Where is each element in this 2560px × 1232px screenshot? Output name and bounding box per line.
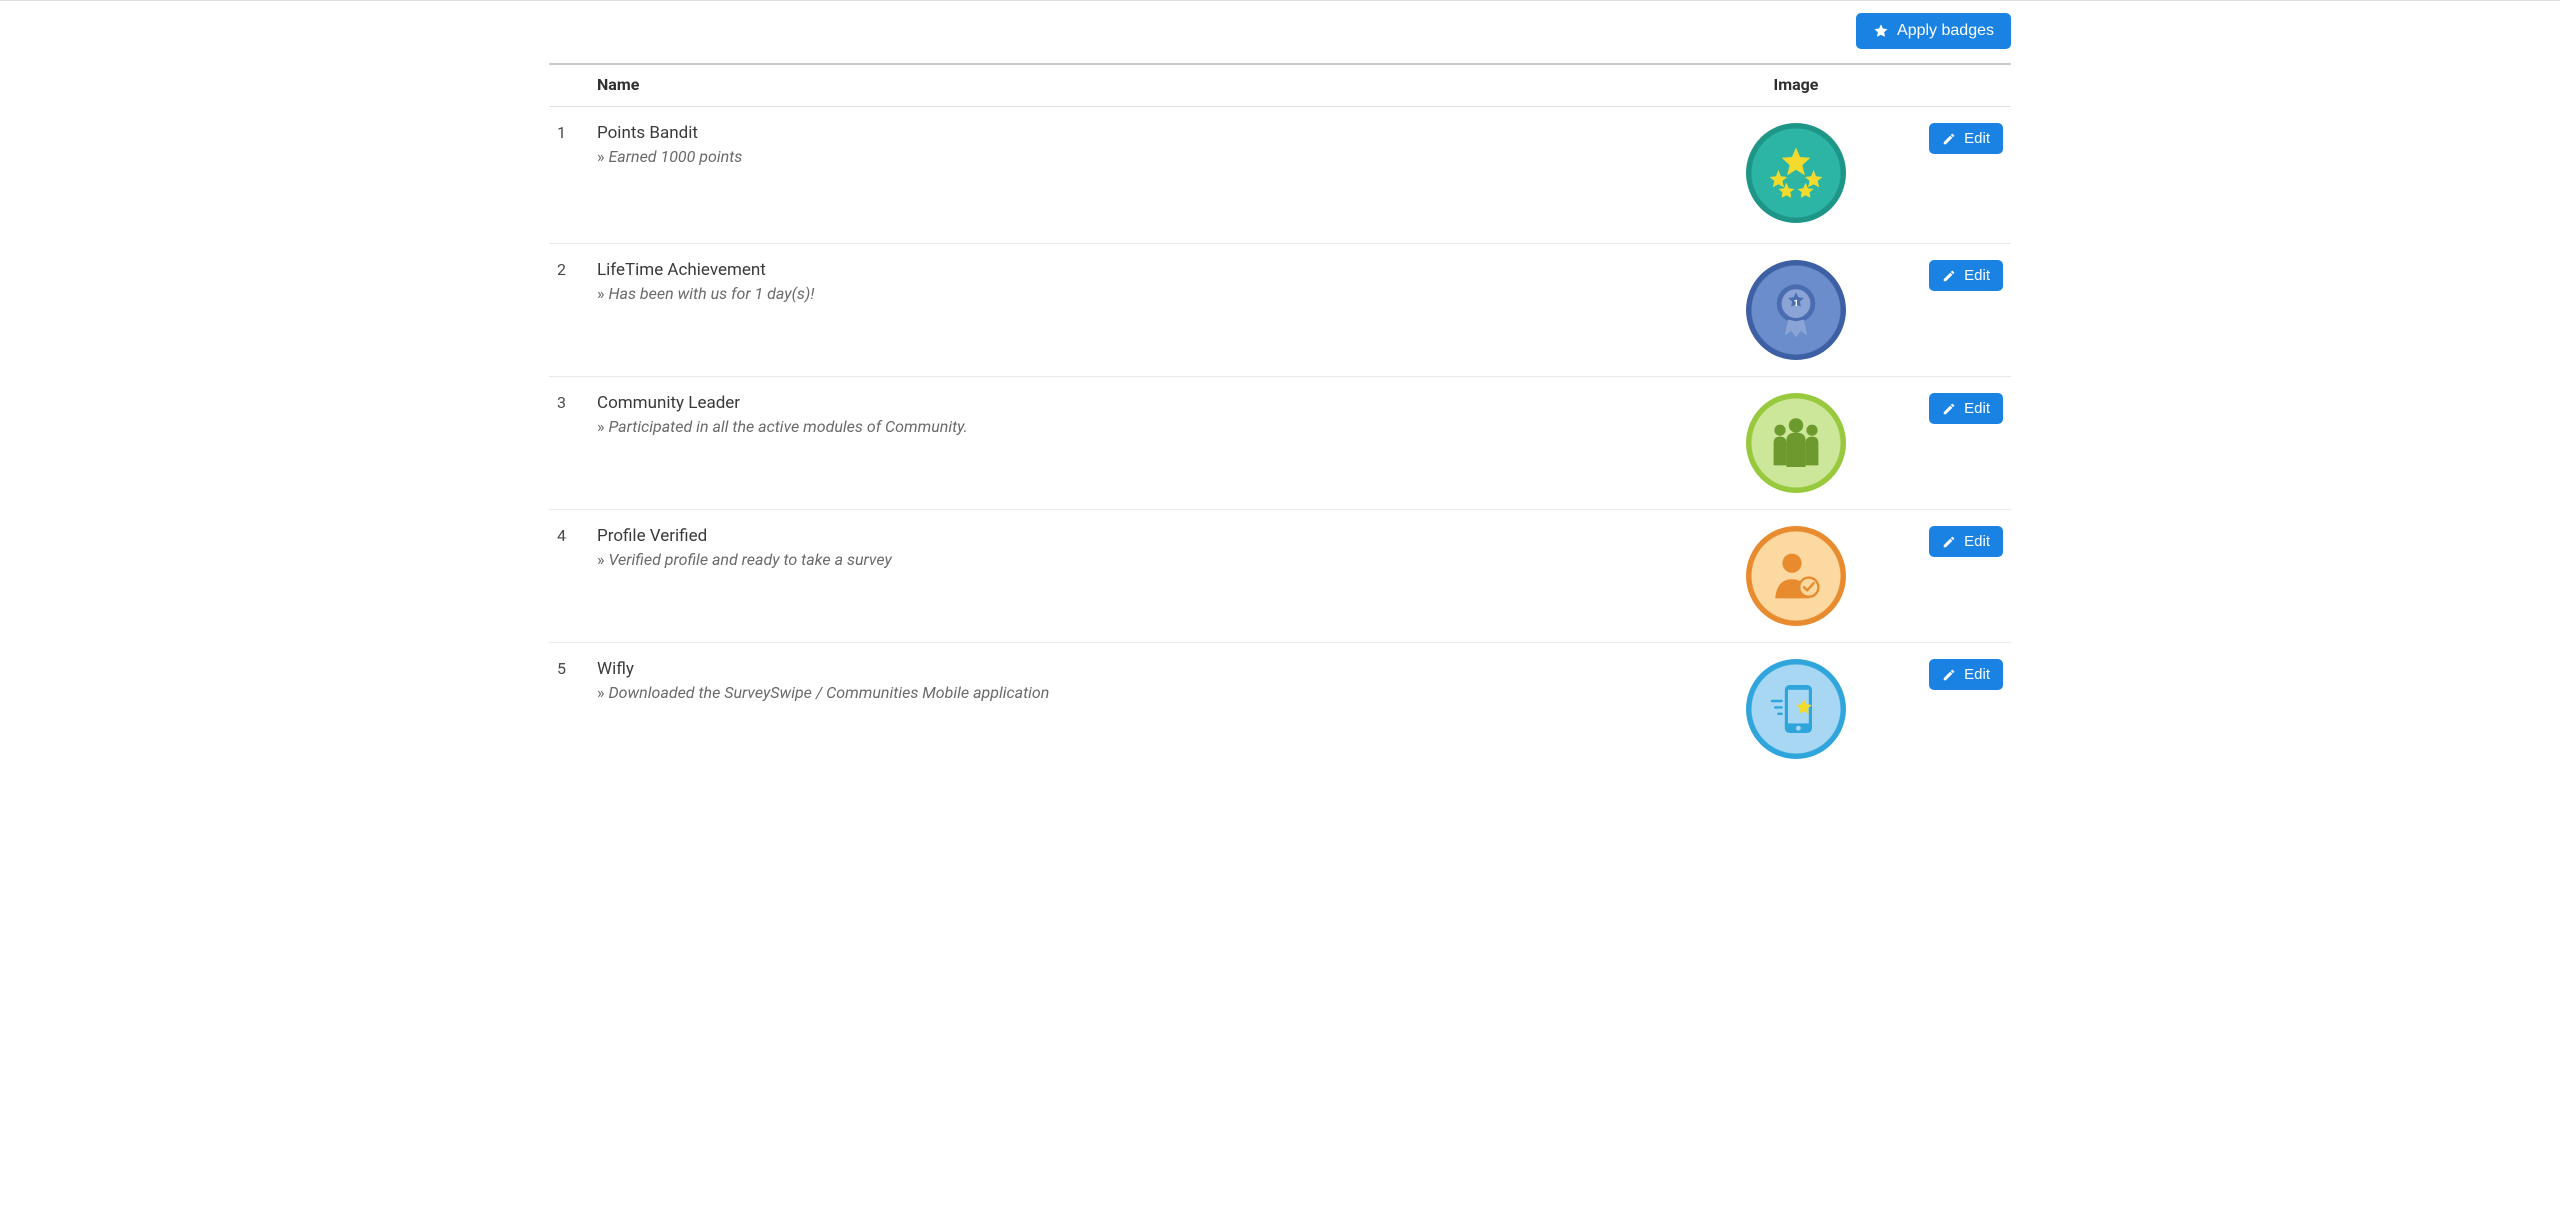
star-icon — [1873, 23, 1889, 39]
row-name-cell: LifeTime Achievement Has been with us for… — [589, 244, 1711, 377]
badges-table: Name Image 1 Points Bandit Earned 1000 poi… — [549, 63, 2011, 775]
table-row: 5 Wifly Downloaded the SurveySwipe / Commu… — [549, 643, 2011, 776]
row-image-cell — [1711, 377, 1881, 510]
svg-text:1: 1 — [1793, 299, 1798, 309]
edit-icon — [1942, 535, 1956, 549]
edit-label: Edit — [1964, 533, 1990, 550]
badge-title: Community Leader — [597, 391, 1703, 413]
badge-title: Wifly — [597, 657, 1703, 679]
row-number: 5 — [549, 643, 589, 776]
edit-button[interactable]: Edit — [1929, 260, 2003, 291]
row-image-cell — [1711, 510, 1881, 643]
row-action-cell: Edit — [1881, 244, 2011, 377]
edit-label: Edit — [1964, 130, 1990, 147]
row-action-cell: Edit — [1881, 377, 2011, 510]
edit-icon — [1942, 132, 1956, 146]
row-number: 4 — [549, 510, 589, 643]
badge-title: LifeTime Achievement — [597, 258, 1703, 280]
row-action-cell: Edit — [1881, 107, 2011, 244]
row-number: 1 — [549, 107, 589, 244]
row-action-cell: Edit — [1881, 510, 2011, 643]
row-name-cell: Community Leader Participated in all the … — [589, 377, 1711, 510]
mobile-badge-icon — [1746, 659, 1846, 759]
col-image-header: Image — [1711, 64, 1881, 107]
edit-label: Edit — [1964, 666, 1990, 683]
col-num-header — [549, 64, 589, 107]
verified-user-badge-icon — [1746, 526, 1846, 626]
row-number: 3 — [549, 377, 589, 510]
edit-label: Edit — [1964, 267, 1990, 284]
stars-badge-icon — [1746, 123, 1846, 223]
table-row: 4 Profile Verified Verified profile and re… — [549, 510, 2011, 643]
badge-description: Downloaded the SurveySwipe / Communities… — [597, 683, 1703, 702]
edit-button[interactable]: Edit — [1929, 393, 2003, 424]
badge-description: Has been with us for 1 day(s)! — [597, 284, 1703, 303]
table-row: 1 Points Bandit Earned 1000 points Edit — [549, 107, 2011, 244]
row-name-cell: Profile Verified Verified profile and rea… — [589, 510, 1711, 643]
badge-description: Verified profile and ready to take a sur… — [597, 550, 1703, 569]
actions-bar: Apply badges — [549, 7, 2011, 63]
row-action-cell: Edit — [1881, 643, 2011, 776]
edit-button[interactable]: Edit — [1929, 659, 2003, 690]
badge-description: Earned 1000 points — [597, 147, 1703, 166]
col-name-header: Name — [589, 64, 1711, 107]
edit-button[interactable]: Edit — [1929, 123, 2003, 154]
badge-description: Participated in all the active modules o… — [597, 417, 1703, 436]
table-row: 3 Community Leader Participated in all the… — [549, 377, 2011, 510]
row-number: 2 — [549, 244, 589, 377]
ribbon-badge-icon: 1 — [1746, 260, 1846, 360]
top-divider — [0, 0, 2560, 1]
edit-icon — [1942, 668, 1956, 682]
edit-button[interactable]: Edit — [1929, 526, 2003, 557]
people-badge-icon — [1746, 393, 1846, 493]
apply-badges-button[interactable]: Apply badges — [1856, 13, 2011, 49]
edit-icon — [1942, 269, 1956, 283]
edit-icon — [1942, 402, 1956, 416]
row-image-cell — [1711, 107, 1881, 244]
edit-label: Edit — [1964, 400, 1990, 417]
col-action-header — [1881, 64, 2011, 107]
row-image-cell: 1 — [1711, 244, 1881, 377]
row-name-cell: Points Bandit Earned 1000 points — [589, 107, 1711, 244]
table-header-row: Name Image — [549, 64, 2011, 107]
badge-title: Points Bandit — [597, 121, 1703, 143]
badge-title: Profile Verified — [597, 524, 1703, 546]
row-name-cell: Wifly Downloaded the SurveySwipe / Commun… — [589, 643, 1711, 776]
apply-badges-label: Apply badges — [1897, 22, 1994, 40]
row-image-cell — [1711, 643, 1881, 776]
table-row: 2 LifeTime Achievement Has been with us fo… — [549, 244, 2011, 377]
